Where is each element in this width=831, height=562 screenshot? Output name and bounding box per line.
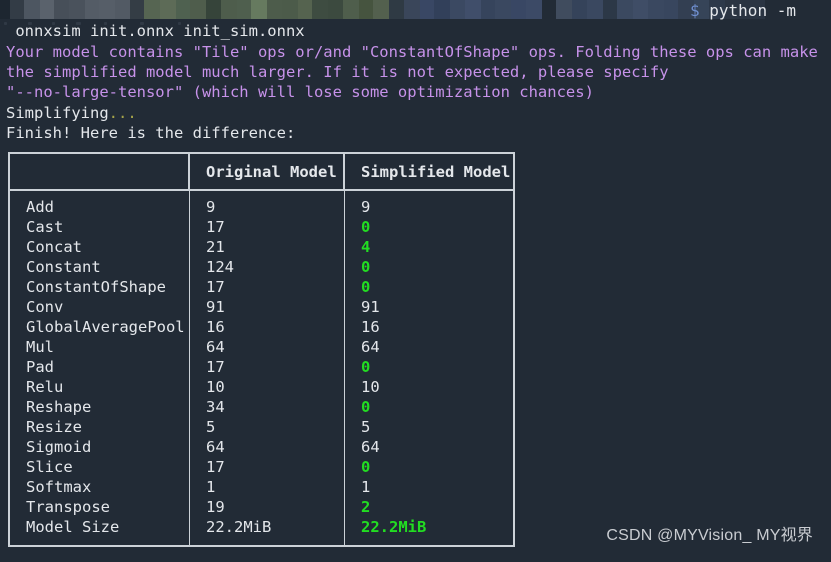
cell-op-name: Relu	[8, 377, 189, 397]
cell-op-name: Reshape	[8, 397, 189, 417]
command-line: onnxsim init.onnx init_sim.onnx	[6, 22, 305, 40]
cell-simplified-count: 0	[344, 397, 515, 417]
cell-simplified-count: 91	[344, 297, 515, 317]
cell-op-name: GlobalAveragePool	[8, 317, 189, 337]
table-row: GlobalAveragePool 16 16	[8, 317, 515, 337]
cell-op-name: Cast	[8, 217, 189, 237]
cell-op-name: Model Size	[8, 517, 189, 547]
warning-line-3: "--no-large-tensor" (which will lose som…	[6, 83, 594, 101]
cell-op-name: Slice	[8, 457, 189, 477]
table-row: ConstantOfShape 17 0	[8, 277, 515, 297]
cell-original-count: 17	[189, 357, 344, 377]
model-comparison-table: Original Model Simplified Model Add 9 9 Cas…	[8, 152, 515, 547]
cell-original-count: 91	[189, 297, 344, 317]
csdn-watermark: CSDN @MYVision_ MY视界	[606, 527, 813, 544]
cell-original-count: 124	[189, 257, 344, 277]
cell-original-count: 34	[189, 397, 344, 417]
terminal-window: $ python -m onnxsim init.onnx init_sim.o…	[0, 0, 831, 562]
cell-original-count: 5	[189, 417, 344, 437]
cell-simplified-count: 4	[344, 237, 515, 257]
shell-prompt-tail: $ python -m	[690, 1, 796, 20]
table-row: Sigmoid 64 64	[8, 437, 515, 457]
cell-op-name: Transpose	[8, 497, 189, 517]
cell-original-count: 19	[189, 497, 344, 517]
cell-simplified-count: 1	[344, 477, 515, 497]
comparison-table-wrapper: Original Model Simplified Model Add 9 9 Cas…	[8, 152, 515, 547]
prompt-command-text: python -m	[699, 1, 796, 20]
cell-op-name: Softmax	[8, 477, 189, 497]
table-row: Add 9 9	[8, 191, 515, 217]
table-row: Resize 5 5	[8, 417, 515, 437]
table-row: Pad 17 0	[8, 357, 515, 377]
cell-simplified-count: 9	[344, 191, 515, 217]
cell-op-name: Pad	[8, 357, 189, 377]
simplifying-dots: ...	[108, 104, 137, 122]
cell-simplified-count: 0	[344, 217, 515, 237]
table-row: Cast 17 0	[8, 217, 515, 237]
cell-original-count: 1	[189, 477, 344, 497]
table-row: Relu 10 10	[8, 377, 515, 397]
cell-original-count: 17	[189, 457, 344, 477]
cell-simplified-count: 0	[344, 357, 515, 377]
mosaic-block	[633, 0, 648, 19]
warning-line-1: Your model contains "Tile" ops or/and "C…	[6, 43, 818, 61]
cell-simplified-count: 0	[344, 257, 515, 277]
cell-original-count: 17	[189, 217, 344, 237]
cell-original-count: 16	[189, 317, 344, 337]
table-row: Slice 17 0	[8, 457, 515, 477]
cell-simplified-count: 64	[344, 437, 515, 457]
cell-op-name: Mul	[8, 337, 189, 357]
simplifying-label: Simplifying	[6, 104, 109, 122]
cell-simplified-count: 2	[344, 497, 515, 517]
cell-original-count: 17	[189, 277, 344, 297]
mosaic-block	[648, 0, 664, 19]
table-row: Transpose 19 2	[8, 497, 515, 517]
table-row: Mul 64 64	[8, 337, 515, 357]
cell-simplified-count: 0	[344, 277, 515, 297]
column-header-original-model: Original Model	[189, 152, 344, 191]
warning-line-2: the simplified model much larger. If it …	[6, 63, 669, 81]
cell-original-count: 10	[189, 377, 344, 397]
mosaic-block	[664, 0, 678, 19]
table-header: Original Model Simplified Model	[8, 152, 515, 191]
cell-op-name: Resize	[8, 417, 189, 437]
cell-simplified-count: 64	[344, 337, 515, 357]
table-row: Constant 124 0	[8, 257, 515, 277]
cell-original-count: 21	[189, 237, 344, 257]
cell-simplified-count: 16	[344, 317, 515, 337]
cell-original-count: 9	[189, 191, 344, 217]
table-row: Conv 91 91	[8, 297, 515, 317]
cell-op-name: Conv	[8, 297, 189, 317]
table-row: Concat 21 4	[8, 237, 515, 257]
column-header-simplified-model: Simplified Model	[344, 152, 515, 191]
simplifying-status-line: Simplifying...	[6, 103, 137, 123]
cell-original-count: 64	[189, 337, 344, 357]
cell-original-count: 64	[189, 437, 344, 457]
table-row: Reshape 34 0	[8, 397, 515, 417]
cell-simplified-count: 5	[344, 417, 515, 437]
table-row: Model Size 22.2MiB 22.2MiB	[8, 517, 515, 547]
table-body: Add 9 9 Cast 17 0 Concat 21 4 Constant 124 0 Constan…	[8, 191, 515, 547]
finish-status-line: Finish! Here is the difference:	[6, 124, 296, 142]
table-header-row: Original Model Simplified Model	[8, 152, 515, 191]
cell-op-name: Sigmoid	[8, 437, 189, 457]
cell-simplified-count: 10	[344, 377, 515, 397]
prompt-dollar-sign: $	[690, 1, 700, 20]
column-header-op	[8, 152, 189, 191]
table-row: Softmax 1 1	[8, 477, 515, 497]
cell-simplified-count: 22.2MiB	[344, 517, 515, 547]
cell-op-name: ConstantOfShape	[8, 277, 189, 297]
cell-op-name: Concat	[8, 237, 189, 257]
cell-op-name: Constant	[8, 257, 189, 277]
cell-original-count: 22.2MiB	[189, 517, 344, 547]
cell-op-name: Add	[8, 191, 189, 217]
cell-simplified-count: 0	[344, 457, 515, 477]
